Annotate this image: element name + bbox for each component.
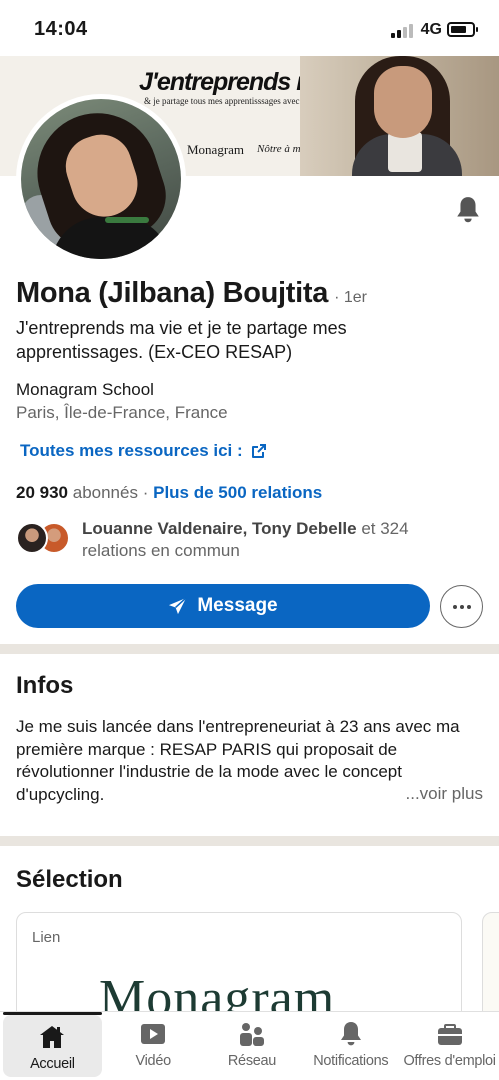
send-icon bbox=[169, 596, 187, 614]
mutual-names: Louanne Valdenaire, Tony Debelle bbox=[82, 519, 357, 538]
message-button[interactable]: Message bbox=[16, 584, 430, 628]
profile-company[interactable]: Monagram School bbox=[16, 380, 154, 400]
connections-link[interactable]: Plus de 500 relations bbox=[153, 483, 322, 502]
nav-label: Accueil bbox=[30, 1056, 75, 1072]
status-bar: 14:04 4G bbox=[0, 0, 499, 56]
mutual-connections[interactable]: Louanne Valdenaire, Tony Debelle et 324 … bbox=[16, 518, 472, 562]
message-button-label: Message bbox=[197, 595, 278, 616]
featured-title: Sélection bbox=[16, 866, 123, 893]
banner-subtitle: & je partage tous mes apprentisssages av… bbox=[144, 96, 314, 106]
video-icon bbox=[141, 1024, 166, 1044]
external-link-icon bbox=[251, 444, 266, 458]
bell-icon bbox=[340, 1022, 361, 1046]
nav-label: Offres d'emploi bbox=[403, 1053, 496, 1069]
card-type-label: Lien bbox=[32, 929, 61, 946]
nav-label: Réseau bbox=[227, 1053, 277, 1069]
about-title: Infos bbox=[16, 672, 74, 699]
home-icon bbox=[40, 1026, 65, 1048]
featured-card-next[interactable] bbox=[482, 912, 499, 1022]
profile-stats: 20 930 abonnés · Plus de 500 relations bbox=[16, 483, 322, 503]
nav-network[interactable]: Réseau bbox=[203, 1012, 302, 1080]
banner-photo bbox=[300, 56, 499, 176]
stats-separator: · bbox=[142, 483, 149, 502]
avatar bbox=[16, 522, 48, 554]
resources-link[interactable]: Toutes mes ressources ici : bbox=[20, 441, 267, 461]
nav-home[interactable]: Accueil bbox=[3, 1012, 102, 1077]
bottom-nav: Accueil Vidéo Réseau Notifications Offre… bbox=[0, 1011, 499, 1080]
profile-avatar[interactable] bbox=[16, 94, 186, 264]
banner-brand: Monagram bbox=[187, 142, 245, 157]
followers-label: abonnés bbox=[72, 483, 138, 502]
see-more-link[interactable]: ...voir plus bbox=[405, 784, 483, 804]
nav-notifications[interactable]: Notifications bbox=[301, 1012, 400, 1080]
featured-card[interactable]: Lien Monagram bbox=[16, 912, 462, 1022]
section-divider bbox=[0, 644, 499, 654]
name-row: Mona (Jilbana) Boujtita · 1er bbox=[16, 277, 367, 310]
section-divider bbox=[0, 836, 499, 846]
profile-location: Paris, Île-de-France, France bbox=[16, 403, 228, 422]
resources-link-label: Toutes mes ressources ici : bbox=[20, 441, 243, 460]
signal-icon bbox=[391, 24, 413, 38]
nav-label: Notifications bbox=[313, 1053, 389, 1069]
network-icon bbox=[239, 1023, 264, 1046]
profile-name: Mona (Jilbana) Boujtita bbox=[16, 277, 329, 309]
more-options-button[interactable] bbox=[440, 585, 483, 628]
mutual-text: Louanne Valdenaire, Tony Debelle et 324 … bbox=[82, 518, 472, 562]
briefcase-icon bbox=[437, 1024, 462, 1045]
bell-icon[interactable] bbox=[455, 196, 481, 224]
nav-jobs[interactable]: Offres d'emploi bbox=[400, 1012, 499, 1080]
followers-count: 20 930 bbox=[16, 483, 68, 502]
mutual-avatars bbox=[16, 522, 72, 558]
profile-headline: J'entreprends ma vie et je te partage me… bbox=[16, 318, 347, 362]
nav-video[interactable]: Vidéo bbox=[104, 1012, 203, 1080]
battery-icon bbox=[447, 22, 478, 37]
connection-degree: · 1er bbox=[334, 289, 368, 306]
clock: 14:04 bbox=[34, 18, 88, 40]
network-type: 4G bbox=[420, 21, 442, 38]
nav-label: Vidéo bbox=[135, 1053, 172, 1069]
